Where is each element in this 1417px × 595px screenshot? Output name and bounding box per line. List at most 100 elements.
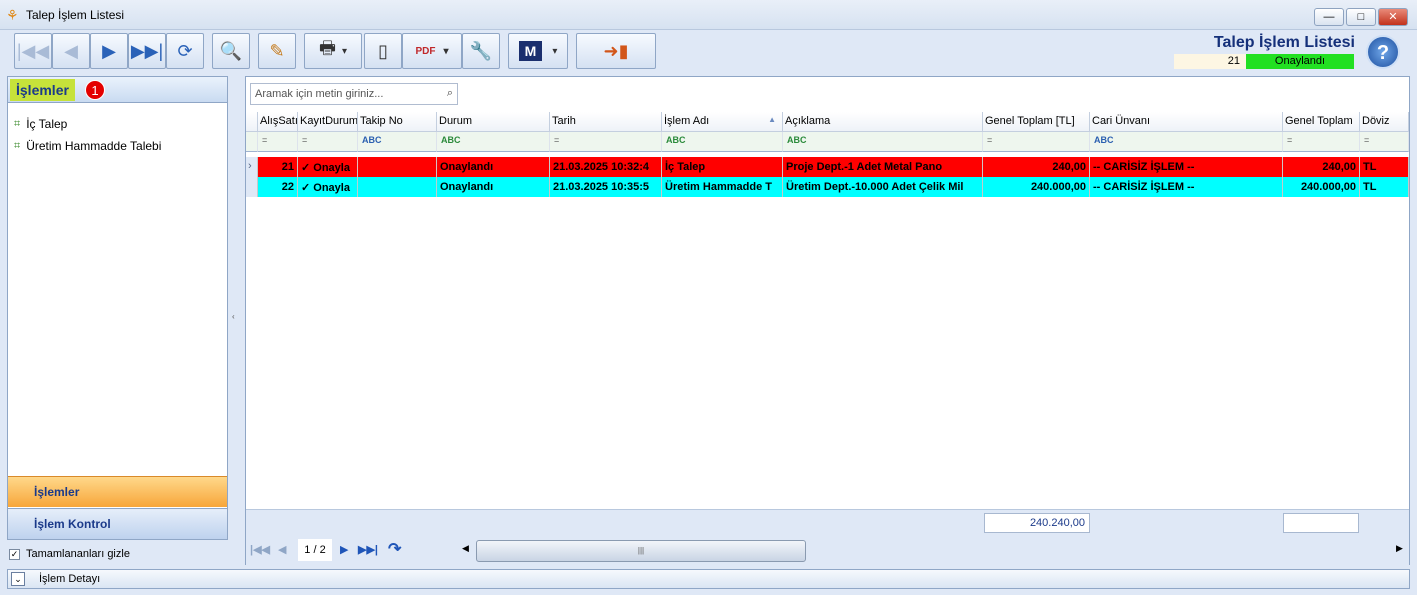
filter-genel-toplam[interactable]: = <box>1283 132 1360 152</box>
cell-genel-toplam-tl: 240.000,00 <box>983 177 1090 197</box>
first-icon: |◀◀ <box>16 40 50 61</box>
document-icon: ▯ <box>378 40 388 61</box>
filter-row-indicator <box>246 132 258 152</box>
row-indicator-header <box>246 112 258 132</box>
cell-durum: Onaylandı <box>437 177 550 197</box>
pdf-export-button[interactable]: PDF ▾ <box>402 33 462 69</box>
horizontal-scrollbar-thumb[interactable]: ||| <box>476 540 806 562</box>
filter-durum[interactable]: ABC <box>437 132 550 152</box>
cell-islem-adi: İç Talep <box>662 157 783 177</box>
window-title: Talep İşlem Listesi <box>26 8 125 22</box>
exit-button[interactable]: ➜▮ <box>576 33 656 69</box>
filter-aciklama[interactable]: ABC <box>783 132 983 152</box>
sum-genel-toplam <box>1283 513 1359 533</box>
tree-item-ic-talep[interactable]: ⌗ İç Talep <box>14 117 67 131</box>
status-badge: Onaylandı <box>1246 54 1354 69</box>
document-button[interactable]: ▯ <box>364 33 402 69</box>
scroll-left-button[interactable]: ◀ <box>462 543 469 554</box>
column-header-cari-unvani[interactable]: Cari Ünvanı <box>1090 112 1283 132</box>
pdf-save-icon: PDF <box>415 45 436 57</box>
pager-next-button[interactable]: ▶ <box>340 543 348 556</box>
filter-kayitdurum[interactable]: = <box>298 132 358 152</box>
column-header-doviz[interactable]: Döviz <box>1360 112 1409 132</box>
data-grid: Aramak için metin giriniz...⌕ 2 AlışSatı… <box>245 76 1410 565</box>
cell-islem-adi: Üretim Hammadde T <box>662 177 783 197</box>
filter-tarih[interactable]: = <box>550 132 662 152</box>
cell-tarih: 21.03.2025 10:32:4 <box>550 157 662 177</box>
close-button[interactable]: ✕ <box>1378 8 1408 26</box>
cell-tarih: 21.03.2025 10:35:5 <box>550 177 662 197</box>
detail-bar[interactable]: ⌄ İşlem Detayı <box>7 569 1410 589</box>
cell-doviz: TL <box>1360 177 1409 197</box>
tree-item-label: Üretim Hammadde Talebi <box>26 139 162 153</box>
org-chart-icon: ⌗ <box>14 117 21 130</box>
left-panel-header: İşlemler 1 <box>8 77 227 103</box>
search-input[interactable]: Aramak için metin giriniz... ⌕ <box>250 83 458 105</box>
column-header-alissatis[interactable]: AlışSatış <box>258 112 298 132</box>
cell-genel-toplam: 240.000,00 <box>1283 177 1360 197</box>
cell-doviz: TL <box>1360 157 1409 177</box>
preview-icon: 🔍 <box>219 40 243 61</box>
sort-asc-icon: ▲ <box>768 115 776 124</box>
column-header-genel-toplam-tl[interactable]: Genel Toplam [TL] <box>983 112 1090 132</box>
pager-last-button[interactable]: ▶▶| <box>358 543 378 556</box>
help-button[interactable]: ? <box>1366 35 1400 69</box>
cell-genel-toplam-tl: 240,00 <box>983 157 1090 177</box>
next-record-button[interactable]: ▶ <box>90 33 128 69</box>
edit-icon: ✎ <box>269 40 285 61</box>
annotation-badge-1: 1 <box>85 80 105 100</box>
tree-item-uretim-hammadde[interactable]: ⌗ Üretim Hammadde Talebi <box>14 139 161 153</box>
exit-door-icon: ➜▮ <box>603 40 629 61</box>
preview-button[interactable]: 🔍 <box>212 33 250 69</box>
print-button[interactable]: 🖶 ▾ <box>304 33 362 69</box>
nav-islemler[interactable]: İşlemler <box>8 476 227 507</box>
filter-alissatis[interactable]: = <box>258 132 298 152</box>
m-button[interactable]: M ▾ <box>508 33 568 69</box>
splitter-handle[interactable]: ‹ <box>232 312 235 321</box>
first-record-button[interactable]: |◀◀ <box>14 33 52 69</box>
nav-islem-kontrol[interactable]: İşlem Kontrol <box>8 508 227 539</box>
chevron-down-icon: ▾ <box>552 45 558 57</box>
settings-tool-button[interactable]: 🔧 <box>462 33 500 69</box>
printer-icon: 🖶 <box>318 38 336 58</box>
prev-record-button[interactable]: ◀ <box>52 33 90 69</box>
cell-takip-no <box>358 177 437 197</box>
column-header-tarih[interactable]: Tarih <box>550 112 662 132</box>
filter-islem-adi[interactable]: ABC <box>662 132 783 152</box>
pager-redo-icon[interactable]: ↷ <box>388 539 401 559</box>
chevron-down-icon[interactable]: ⌄ <box>11 572 25 586</box>
edit-button[interactable]: ✎ <box>258 33 296 69</box>
minimize-button[interactable]: — <box>1314 8 1344 26</box>
column-header-genel-toplam[interactable]: Genel Toplam <box>1283 112 1360 132</box>
column-header-durum[interactable]: Durum <box>437 112 550 132</box>
next-icon: ▶ <box>102 40 116 61</box>
filter-takip-no[interactable]: ABC <box>358 132 437 152</box>
table-row[interactable]: 22 ✓ Onayla Onaylandı 21.03.2025 10:35:5… <box>246 177 1409 197</box>
last-record-button[interactable]: ▶▶| <box>128 33 166 69</box>
m-logo-icon: M <box>518 41 543 61</box>
column-header-label: İşlem Adı <box>664 115 710 127</box>
butterfly-logo-icon: ⚘ <box>6 7 19 23</box>
column-header-aciklama[interactable]: Açıklama <box>783 112 983 132</box>
maximize-button[interactable]: □ <box>1346 8 1376 26</box>
tree-item-label: İç Talep <box>26 117 68 131</box>
pager: |◀◀ ◀ 1 / 2 ▶ ▶▶| ↷ ◀ ||| ▶ <box>246 535 1409 565</box>
cell-takip-no <box>358 157 437 177</box>
pager-first-button[interactable]: |◀◀ <box>250 543 270 556</box>
column-header-kayitdurum[interactable]: KayıtDurum <box>298 112 358 132</box>
hide-completed-checkbox[interactable]: ✓ Tamamlananları gizle <box>9 548 130 560</box>
scroll-right-button[interactable]: ▶ <box>1396 543 1403 554</box>
table-row[interactable]: › 21 ✓ Onayla Onaylandı 21.03.2025 10:32… <box>246 157 1409 177</box>
column-header-takip-no[interactable]: Takip No <box>358 112 437 132</box>
filter-genel-toplam-tl[interactable]: = <box>983 132 1090 152</box>
filter-cari-unvani[interactable]: ABC <box>1090 132 1283 152</box>
filter-doviz[interactable]: = <box>1360 132 1409 152</box>
refresh-button[interactable]: ⟳ <box>166 33 204 69</box>
cell-cari-unvani: -- CARİSİZ İŞLEM -- <box>1090 177 1283 197</box>
column-header-islem-adi[interactable]: İşlem Adı ▲ <box>662 112 783 132</box>
row-indicator-icon: › <box>246 157 258 177</box>
left-panel-title: İşlemler <box>10 79 75 101</box>
pager-prev-button[interactable]: ◀ <box>278 543 286 556</box>
cell-cari-unvani: -- CARİSİZ İŞLEM -- <box>1090 157 1283 177</box>
cell-alissatis: 22 <box>258 177 298 197</box>
